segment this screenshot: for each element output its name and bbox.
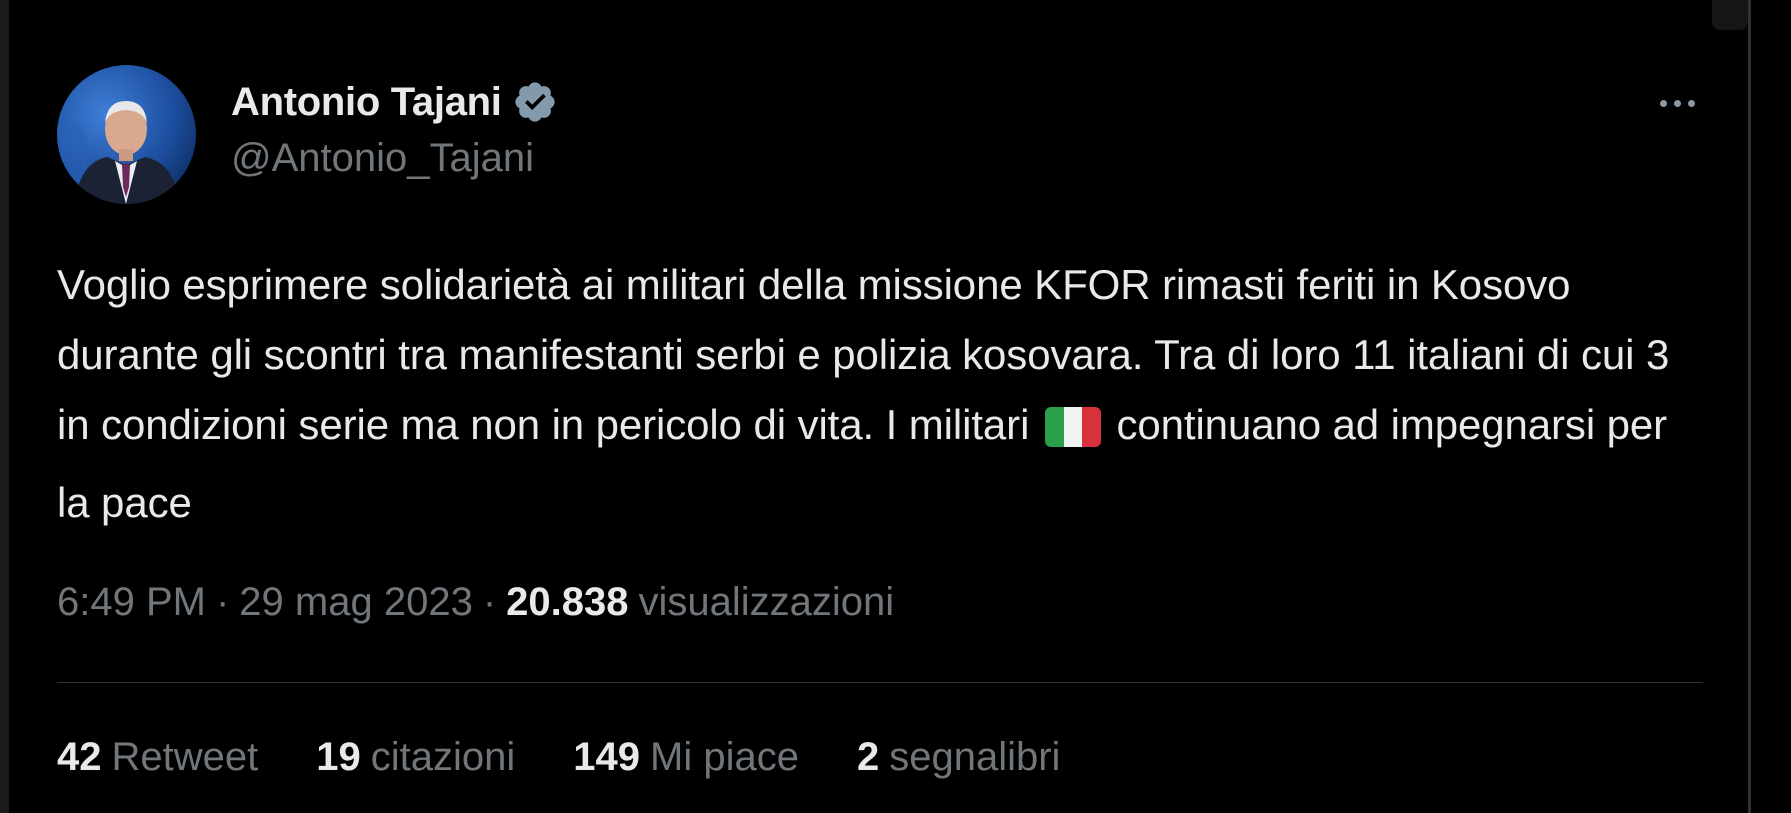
stat-likes[interactable]: 149 Mi piace xyxy=(573,735,799,780)
window-left-edge xyxy=(0,0,9,813)
stat-count: 149 xyxy=(573,735,641,779)
more-dot xyxy=(1687,99,1695,107)
meta-separator: · xyxy=(482,580,497,624)
more-dot xyxy=(1673,99,1681,107)
tweet-meta: 6:49 PM · 29 mag 2023 · 20.838 visualizz… xyxy=(57,580,894,625)
verified-badge-icon[interactable] xyxy=(512,79,558,125)
meta-separator: · xyxy=(215,580,230,624)
stat-retweets[interactable]: 42 Retweet xyxy=(57,735,258,780)
divider xyxy=(57,682,1703,683)
author-name[interactable]: Antonio Tajani xyxy=(231,80,502,125)
tweet-time[interactable]: 6:49 PM xyxy=(57,580,206,625)
tweet-date[interactable]: 29 mag 2023 xyxy=(239,580,473,625)
author-handle[interactable]: @Antonio_Tajani xyxy=(231,136,534,181)
views-count[interactable]: 20.838 xyxy=(506,580,628,625)
views-label[interactable]: visualizzazioni xyxy=(638,580,894,625)
avatar[interactable] xyxy=(57,65,196,204)
stat-count: 42 xyxy=(57,735,102,779)
avatar-image xyxy=(57,65,196,204)
tweet: Antonio Tajani @Antonio_Tajani Voglio es… xyxy=(57,0,1703,813)
italian-flag-icon xyxy=(1044,398,1101,468)
stat-label: Retweet xyxy=(111,735,259,779)
more-dot xyxy=(1659,99,1667,107)
stat-count: 2 xyxy=(856,735,880,779)
scroll-indicator xyxy=(1712,0,1748,30)
stat-quotes[interactable]: 19 citazioni xyxy=(316,735,515,780)
column-border xyxy=(1748,0,1751,813)
tweet-text: Voglio esprimere solidarietà ai militari… xyxy=(57,250,1703,538)
stat-label: Mi piace xyxy=(650,735,799,779)
author-name-row[interactable]: Antonio Tajani xyxy=(231,77,558,127)
stat-bookmarks[interactable]: 2 segnalibri xyxy=(857,735,1060,780)
more-options-icon[interactable] xyxy=(1647,85,1707,121)
stat-label: segnalibri xyxy=(889,735,1061,779)
stat-label: citazioni xyxy=(370,735,516,779)
engagement-stats: 42 Retweet 19 citazioni 149 Mi piace 2 segna… xyxy=(57,735,1118,780)
stat-count: 19 xyxy=(316,735,361,779)
